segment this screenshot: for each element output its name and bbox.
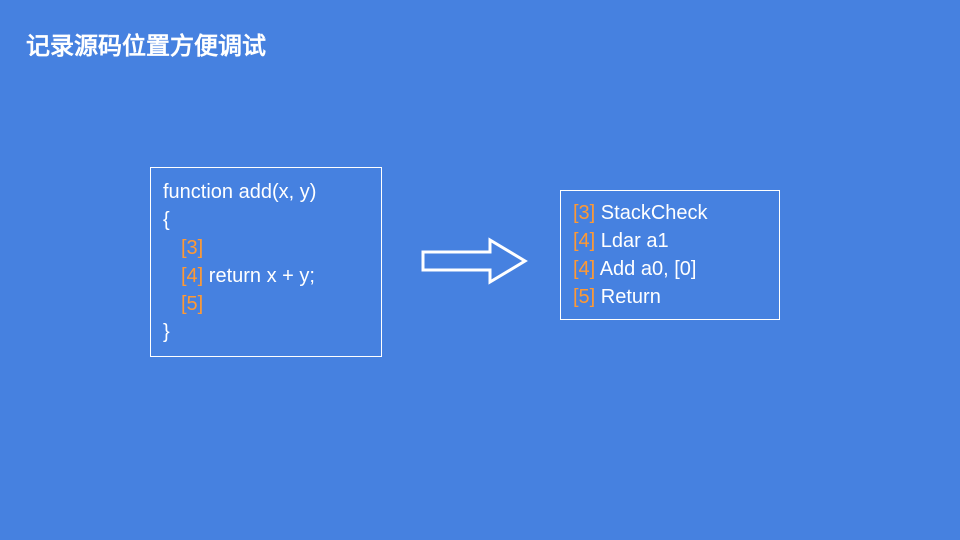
source-line: [3] [163,234,369,262]
bytecode-line: [5] Return [573,283,767,311]
bytecode-text: StackCheck [595,202,707,224]
bytecode-line: [3] StackCheck [573,199,767,227]
source-line: function add(x, y) [163,178,369,206]
bytecode-text: Ldar a1 [595,230,668,252]
bytecode-line: [4] Ldar a1 [573,227,767,255]
source-line: [5] [163,290,369,318]
source-line: [4] return x + y; [163,262,369,290]
line-marker: [5] [181,293,203,315]
line-marker: [4] [181,265,203,287]
line-marker: [3] [573,202,595,224]
slide-title: 记录源码位置方便调试 [26,26,266,61]
source-line: { [163,206,369,234]
source-line: } [163,318,369,346]
line-marker: [5] [573,286,595,308]
source-text: return x + y; [203,265,315,287]
bytecode-box: [3] StackCheck [4] Ldar a1 [4] Add a0, [… [560,190,780,320]
bytecode-line: [4] Add a0, [0] [573,255,767,283]
line-marker: [3] [181,237,203,259]
bytecode-text: Return [595,286,661,308]
line-marker: [4] [573,258,595,280]
line-marker: [4] [573,230,595,252]
bytecode-text: Add a0, [0] [595,258,696,280]
arrow-icon [420,237,530,285]
source-code-box: function add(x, y) { [3] [4] return x + … [150,167,382,357]
